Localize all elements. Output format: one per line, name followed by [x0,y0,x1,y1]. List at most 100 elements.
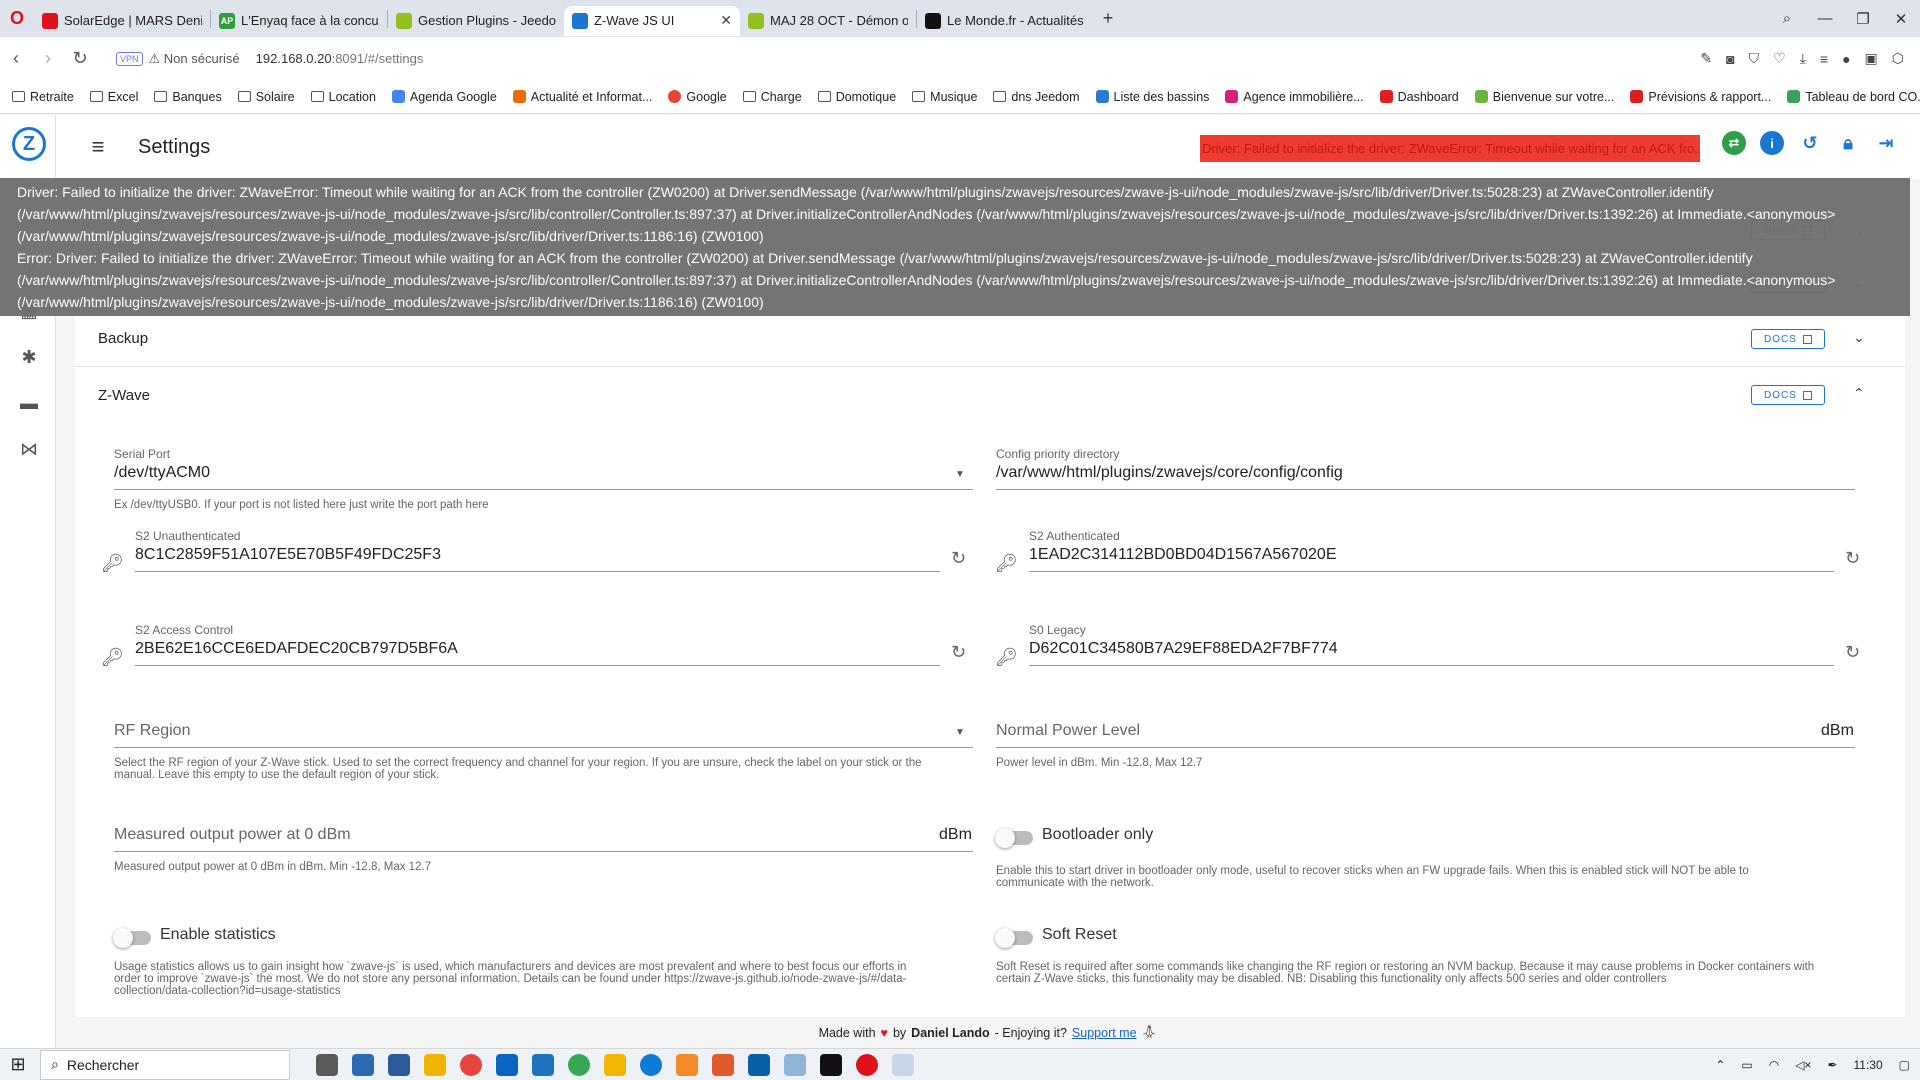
logout-icon[interactable]: ⇥ [1874,131,1898,155]
config-dir-input[interactable]: /var/www/html/plugins/zwavejs/core/confi… [996,464,1343,482]
enable-statistics-toggle[interactable] [113,928,151,948]
bookmark-retraite[interactable]: Retraite [12,90,74,104]
bookmark-excel[interactable]: Excel [89,90,138,104]
heart-icon[interactable]: ♡ [1773,50,1786,67]
bootloader-only-toggle[interactable] [995,828,1033,848]
security-indicator[interactable]: ⚠ Non sécurisé [149,51,240,67]
task-view-icon[interactable] [316,1053,338,1076]
store-folder-icon[interactable]: ▬ [18,393,40,415]
bookmark-google[interactable]: Google [668,90,727,104]
battery-icon[interactable]: ▭ [1741,1058,1752,1072]
bookmark-dashboard[interactable]: Dashboard [1379,90,1459,104]
outlook-icon[interactable] [748,1053,770,1076]
new-tab-button[interactable]: + [1093,8,1123,29]
minimize-icon[interactable]: — [1806,10,1844,27]
wifi-icon[interactable]: ◠ [1769,1058,1779,1072]
tab-enyaq[interactable]: AP L'Enyaq face à la concurre [211,6,387,36]
connection-status-icon[interactable]: ⇄ [1722,131,1746,155]
browser-icon[interactable] [568,1053,590,1076]
close-window-icon[interactable]: ✕ [1882,10,1920,28]
url-field[interactable]: 192.168.0.20:8091/#/settings [256,51,424,66]
bookmark-domotique[interactable]: Domotique [817,90,896,104]
s0-legacy-input[interactable]: D62C01C34580B7A29EF88EDA2F7BF774 [1029,640,1338,658]
zwave-app-icon[interactable] [892,1053,914,1076]
dropdown-arrow-icon[interactable]: ▼ [955,469,965,480]
cube-icon[interactable]: ⬡ [1892,50,1904,67]
taskbar-search[interactable]: ⌕ Rechercher [40,1049,290,1080]
bookmark-location[interactable]: Location [310,90,376,104]
terminal-icon[interactable] [820,1053,842,1076]
shield-icon[interactable]: ⛉ [1749,50,1760,67]
mail-icon[interactable] [496,1053,518,1076]
driver-error-snackbar[interactable]: Driver: Failed to initialize the driver:… [0,178,1910,316]
regenerate-key-icon[interactable]: ↻ [1845,642,1860,663]
panel-backup[interactable]: Backup DOCS ⌄ [75,311,1905,367]
chevron-up-icon[interactable]: ⌃ [1853,385,1865,402]
regenerate-key-icon[interactable]: ↻ [951,548,966,569]
docs-button[interactable]: DOCS [1751,329,1825,349]
hamburger-menu-icon[interactable]: ≡ [68,134,128,160]
bookmark-agenda-google[interactable]: Agenda Google [391,90,497,104]
bookmark-actualite[interactable]: Actualité et Informat... [512,90,652,104]
chrome-icon[interactable] [460,1053,482,1076]
tray-expand-icon[interactable]: ⌃ [1715,1058,1725,1072]
clock[interactable]: 11:30 [1854,1058,1883,1072]
bookmark-previsions[interactable]: Prévisions & rapport... [1630,90,1771,104]
opera-icon[interactable] [856,1053,878,1076]
bookmark-agence[interactable]: Agence immobilière... [1225,90,1364,104]
restore-icon[interactable]: ❐ [1844,10,1882,28]
debug-bug-icon[interactable]: ✱ [18,347,40,369]
download-icon[interactable]: ⤓ [1800,50,1806,67]
calculator-icon[interactable] [352,1053,374,1076]
volume-icon[interactable]: ◁× [1795,1058,1811,1072]
history-icon[interactable]: ↺ [1798,131,1822,155]
bookmark-musique[interactable]: Musique [912,90,977,104]
media-player-icon[interactable] [712,1053,734,1076]
analytics-icon[interactable] [676,1053,698,1076]
s2-unauth-input[interactable]: 8C1C2859F51A107E5E70B5F49FDC25F3 [135,546,441,564]
tab-le-monde[interactable]: Le Monde.fr - Actualités e [917,6,1093,36]
opera-logo-icon[interactable]: O [0,0,34,37]
forward-icon[interactable]: › [32,48,64,69]
lock-icon[interactable]: 🔒︎ [1836,131,1860,155]
bookmark-banques[interactable]: Banques [154,90,222,104]
pen-icon[interactable]: ✒ [1827,1058,1837,1072]
bookmark-charge[interactable]: Charge [742,90,802,104]
back-icon[interactable]: ‹ [0,48,32,69]
remote-desktop-icon[interactable] [388,1053,410,1076]
support-me-link[interactable]: Support me [1072,1026,1137,1040]
tab-zwave-js-ui[interactable]: Z-Wave JS UI ✕ [564,5,740,36]
regenerate-key-icon[interactable]: ↻ [951,642,966,663]
easy-setup-icon[interactable]: ▣ [1865,50,1878,67]
bookmark-solaire[interactable]: Solaire [237,90,295,104]
share-icon[interactable]: ⋈ [18,439,40,461]
store-icon[interactable] [532,1053,554,1076]
tab-jeedom-plugins[interactable]: Gestion Plugins - Jeedom [388,6,564,36]
search-tabs-icon[interactable]: ⌕ [1768,10,1806,27]
notifications-icon[interactable]: ▢ [1899,1058,1910,1072]
zwave-logo-icon[interactable]: Z [12,127,46,161]
panel-zwave-header[interactable]: Z-Wave DOCS ⌃ [75,367,1905,423]
edge-icon[interactable] [640,1053,662,1076]
s2-auth-input[interactable]: 1EAD2C314112BD0BD04D1567A567020E [1029,546,1336,564]
menu-icon[interactable]: ≡ [1820,51,1828,67]
camera-icon[interactable]: ◙ [1726,51,1734,67]
bookmark-tableau-de-bord[interactable]: Tableau de bord CO... [1787,90,1920,104]
file-explorer-icon[interactable] [424,1053,446,1076]
normal-power-input[interactable]: Normal Power Level [996,722,1140,740]
tab-maj-28-oct[interactable]: MAJ 28 OCT - Démon ok [740,6,916,36]
docs-button[interactable]: DOCS [1751,385,1825,405]
serial-port-select[interactable]: /dev/ttyACM0 [114,464,210,482]
edit-icon[interactable]: ✎ [1700,50,1712,67]
vpn-badge[interactable]: VPN [116,51,143,66]
reload-icon[interactable]: ↻ [64,48,96,69]
bookmark-dns-jeedom[interactable]: dns Jeedom [993,90,1080,104]
bookmark-bienvenue[interactable]: Bienvenue sur votre... [1474,90,1614,104]
windows-start-icon[interactable]: ⊞ [0,1054,36,1075]
s2-access-input[interactable]: 2BE62E16CCE6EDAFDEC20CB797D5BF6A [135,640,458,658]
bookmark-bassins[interactable]: Liste des bassins [1095,90,1209,104]
profile-icon[interactable]: ● [1842,51,1850,67]
close-tab-icon[interactable]: ✕ [720,12,732,29]
measured-power-input[interactable]: Measured output power at 0 dBm [114,826,351,844]
sync-icon[interactable] [604,1053,626,1076]
